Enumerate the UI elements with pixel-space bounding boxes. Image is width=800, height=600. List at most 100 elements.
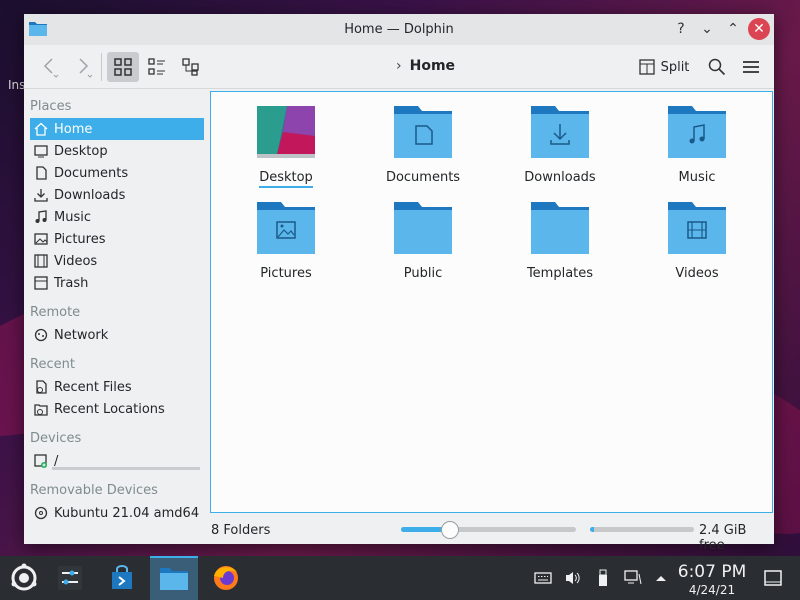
places-panel: Places Home Desktop Documents Downloads … [24,90,208,521]
places-section-title: Places [30,99,72,114]
zoom-slider-handle[interactable] [441,521,459,539]
sidebar-item-desktop[interactable]: Desktop [30,140,204,162]
compact-view-icon [148,58,165,75]
forward-button[interactable] [70,52,98,82]
videos-icon [34,254,48,268]
folder-desktop[interactable]: Desktop [226,106,346,188]
toolbar-separator [101,53,102,81]
dolphin-app-icon[interactable] [28,19,48,37]
settings-sliders-icon [58,566,82,590]
sidebar-item-label: Trash [54,275,89,291]
sidebar-item-label: Music [54,209,91,225]
minimize-button[interactable]: ⌄ [696,18,718,40]
desktop-icon-label[interactable]: Ins [8,78,25,92]
sidebar-item-recent-files[interactable]: Recent Files [30,376,204,398]
details-view-icon [182,58,199,76]
sidebar-item-label: Pictures [54,231,106,247]
taskbar-firefox[interactable] [202,556,250,600]
keyboard-icon[interactable] [534,569,552,587]
taskbar-dolphin[interactable] [150,556,198,600]
sidebar-item-network[interactable]: Network [30,324,204,346]
sidebar-item-label: Network [54,327,109,343]
sidebar-item-documents[interactable]: Documents [30,162,204,184]
discover-store-icon [112,565,132,589]
public-folder-icon [394,202,452,254]
sidebar-item-label: Home [54,121,93,137]
folder-pictures[interactable]: Pictures [226,202,346,281]
sidebar-item-home[interactable]: Home [30,118,204,140]
toolbar: › Home Split [24,45,774,89]
show-desktop-icon[interactable] [764,569,782,587]
forward-arrow-icon [79,58,93,78]
sidebar-item-label: Desktop [54,143,108,159]
folder-downloads[interactable]: Downloads [500,106,620,185]
split-view-icon [638,59,655,75]
downloads-icon [34,188,48,202]
network-icon [34,328,48,342]
back-button[interactable] [36,52,64,82]
search-icon [708,58,726,76]
free-space-bar-fill [590,527,595,532]
search-button[interactable] [704,52,730,82]
zoom-slider[interactable] [401,521,576,539]
item-label: Public [403,266,443,281]
network-status-icon[interactable] [624,569,642,587]
taskbar: 6:07 PM 4/24/21 [0,556,800,600]
menu-button[interactable] [738,52,764,82]
sidebar-item-label: Videos [54,253,98,269]
tray-expand-icon[interactable] [652,569,670,587]
templates-folder-icon [531,202,589,254]
details-view-button[interactable] [176,52,206,82]
usb-device-icon[interactable] [594,569,612,587]
recent-locations-icon [34,402,48,416]
sidebar-item-downloads[interactable]: Downloads [30,184,204,206]
documents-icon [34,166,48,180]
kubuntu-logo-icon [11,563,37,591]
item-label: Music [678,170,716,185]
split-button[interactable]: Split [636,52,692,82]
dolphin-window: Home — Dolphin ? ⌄ ⌃ ✕ › Home Split Plac… [24,14,774,553]
folder-music[interactable]: Music [637,106,757,185]
split-label: Split [660,59,690,75]
sidebar-item-label: Documents [54,165,129,181]
compact-view-button[interactable] [142,52,172,82]
folder-documents[interactable]: Documents [363,106,483,185]
maximize-button[interactable]: ⌃ [722,18,744,40]
taskbar-discover[interactable] [98,556,146,600]
sidebar-item-label: Recent Files [54,379,132,395]
clock-time: 6:07 PM [677,562,747,582]
breadcrumb-home[interactable]: Home [410,58,455,74]
hamburger-menu-icon [743,61,759,73]
sidebar-item-music[interactable]: Music [30,206,204,228]
desktop-icon [34,144,48,158]
item-label: Desktop [259,170,313,188]
digital-clock[interactable]: 6:07 PM 4/24/21 [672,562,752,597]
folder-templates[interactable]: Templates [500,202,620,281]
window-title: Home — Dolphin [344,22,454,37]
item-label: Templates [526,266,594,281]
free-space-label[interactable]: 2.4 GiB free [699,523,774,553]
title-bar[interactable]: Home — Dolphin ? ⌄ ⌃ ✕ [24,14,774,45]
application-launcher-button[interactable] [0,556,48,600]
breadcrumb[interactable]: › Home [396,58,455,74]
sidebar-item-pictures[interactable]: Pictures [30,228,204,250]
sidebar-item-trash[interactable]: Trash [30,272,204,294]
recent-files-icon [34,380,48,394]
icons-view-button[interactable] [107,52,139,82]
close-button[interactable]: ✕ [748,18,770,40]
folder-public[interactable]: Public [363,202,483,281]
file-view[interactable]: Desktop Documents Downloads Music Pictur… [210,91,773,513]
volume-icon[interactable] [564,569,582,587]
status-bar: 8 Folders 2.4 GiB free [24,516,774,553]
sidebar-item-videos[interactable]: Videos [30,250,204,272]
folder-videos[interactable]: Videos [637,202,757,281]
recent-section-title: Recent [30,357,75,372]
free-space-bar[interactable] [590,527,694,532]
sidebar-item-label: Recent Locations [54,401,165,417]
sidebar-item-recent-locations[interactable]: Recent Locations [30,398,204,420]
chevron-right-icon: › [396,58,402,74]
taskbar-system-settings[interactable] [46,556,94,600]
remote-section-title: Remote [30,305,81,320]
help-button[interactable]: ? [670,18,692,40]
sidebar-item-label: Downloads [54,187,126,203]
